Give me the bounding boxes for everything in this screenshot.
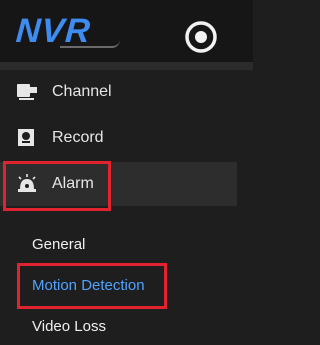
submenu-item-general[interactable]: General: [32, 236, 85, 253]
alarm-highlight-box: [3, 161, 111, 211]
sidebar-item-label: Channel: [52, 83, 112, 100]
submenu-item-video-loss[interactable]: Video Loss: [32, 318, 106, 335]
motion-detection-highlight-box: [17, 263, 167, 309]
logo-swoosh: [60, 40, 120, 48]
sidebar-item-record[interactable]: Record: [0, 116, 237, 160]
sidebar-item-channel[interactable]: Channel: [0, 70, 237, 114]
header-divider: [0, 62, 253, 70]
circle-settings-icon[interactable]: [184, 20, 218, 54]
camera-icon: [17, 84, 37, 100]
header-bar: NVR: [0, 0, 253, 62]
record-icon: [18, 129, 34, 146]
sidebar-item-label: Record: [52, 129, 104, 146]
